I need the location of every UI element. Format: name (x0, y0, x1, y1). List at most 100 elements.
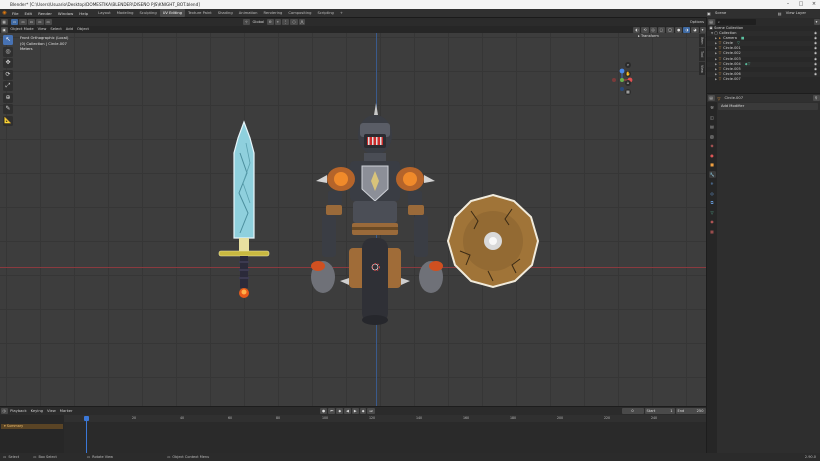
tab-animation[interactable]: Animation (236, 9, 261, 17)
select-mode-extend-icon[interactable]: ▭ (19, 19, 27, 25)
end-frame-field[interactable]: End 250 (675, 408, 706, 414)
viewport-menu-select[interactable]: Select (48, 26, 63, 33)
menu-edit[interactable]: Edit (22, 9, 36, 18)
output-tab-icon[interactable]: ▤ (709, 123, 716, 130)
menu-file[interactable]: File (9, 9, 22, 18)
orientation-icon[interactable]: ⊹ (242, 19, 250, 25)
snap-icon[interactable]: ⌖ (274, 19, 281, 25)
transform-tool-icon[interactable]: ⊕ (3, 92, 13, 103)
outliner-item[interactable]: ▶▽ Circle.007 (707, 77, 820, 81)
select-mode-intersect-icon[interactable]: ▭ (44, 19, 52, 25)
menu-window[interactable]: Window (55, 9, 76, 18)
jump-start-icon[interactable]: ⏮ (328, 408, 336, 414)
add-workspace-icon[interactable]: + (337, 9, 346, 17)
sword-model[interactable] (218, 120, 270, 298)
tab-rendering[interactable]: Rendering (261, 9, 286, 17)
scale-tool-icon[interactable]: ⤢ (3, 81, 13, 91)
object-tab-icon[interactable]: ■ (709, 161, 716, 168)
zoom-icon[interactable]: ⌕ (625, 62, 631, 68)
viewport-menu-object[interactable]: Object (75, 26, 91, 33)
view-layer-selector[interactable]: View Layer (784, 10, 808, 17)
close-icon[interactable]: × (808, 0, 820, 9)
object-mode-dropdown[interactable]: Object Mode (8, 26, 35, 33)
tab-sculpting[interactable]: Sculpting (136, 9, 159, 17)
current-frame-field[interactable]: 0 (621, 408, 644, 414)
constraints-tab-icon[interactable]: ⧉ (709, 199, 716, 206)
tab-layout[interactable]: Layout (95, 9, 114, 17)
tab-uv-editing[interactable]: UV Editing (159, 9, 185, 17)
scene-selector[interactable]: Scene (713, 10, 728, 17)
pivot-icon[interactable]: ⊙ (266, 19, 274, 25)
falloff-icon[interactable]: ⋀ (298, 19, 306, 25)
pin-icon[interactable]: ⚲ (812, 95, 820, 101)
add-modifier-dropdown[interactable]: Add Modifier (718, 103, 818, 110)
maximize-icon[interactable]: □ (795, 0, 807, 9)
gizmo-icon[interactable]: ⟲ (641, 26, 649, 33)
orientation-dropdown[interactable]: Global (250, 19, 266, 26)
timeline-menu-view[interactable]: View (45, 408, 58, 415)
tab-tool[interactable]: Tool (699, 48, 705, 61)
tab-modeling[interactable]: Modeling (114, 9, 137, 17)
timeline-menu-marker[interactable]: Marker (58, 408, 75, 415)
modifier-tab-icon[interactable]: 🔧 (708, 170, 716, 178)
select-mode-invert-icon[interactable]: ▭ (36, 19, 44, 25)
measure-tool-icon[interactable]: 📐 (3, 115, 13, 126)
minimize-icon[interactable]: – (782, 0, 794, 9)
shading-options-icon[interactable]: ▾ (699, 26, 706, 33)
3d-viewport[interactable]: ⌕ ✋ ⌂ ▦ Front Orthographic (Local) (0) C… (0, 33, 706, 406)
jump-end-icon[interactable]: ⏭ (367, 408, 375, 414)
blender-logo-icon[interactable]: ◉ (0, 9, 9, 18)
rotate-tool-icon[interactable]: ⟳ (3, 69, 13, 80)
tab-scripting[interactable]: Scripting (315, 9, 337, 17)
cursor-tool-icon[interactable]: ◎ (3, 46, 13, 57)
options-dropdown[interactable]: Options (688, 19, 706, 26)
tab-texture-paint[interactable]: Texture Paint (185, 9, 215, 17)
tab-compositing[interactable]: Compositing (285, 9, 314, 17)
texture-tab-icon[interactable]: ▦ (709, 228, 716, 235)
tab-shading[interactable]: Shading (215, 9, 236, 17)
select-mode-new-icon[interactable]: ▭ (10, 19, 19, 25)
properties-editor-icon[interactable]: ▤ (707, 95, 715, 101)
summary-channel[interactable]: ▾ Summary (1, 424, 63, 429)
play-reverse-icon[interactable]: ◀ (344, 408, 351, 414)
visibility-icon[interactable]: ◐ (633, 26, 641, 33)
record-icon[interactable]: ● (320, 408, 328, 414)
overlay-icon[interactable]: ◎ (649, 26, 657, 33)
tab-view[interactable]: View (699, 62, 705, 75)
physics-tab-icon[interactable]: ◎ (709, 190, 716, 197)
proportional-edit-icon[interactable]: ○ (290, 19, 298, 25)
prev-keyframe-icon[interactable]: ◆ (336, 408, 344, 414)
select-tool-icon[interactable]: ↖ (3, 35, 13, 45)
menu-render[interactable]: Render (35, 9, 55, 18)
timeline-menu-keying[interactable]: Keying (29, 408, 45, 415)
world-tab-icon[interactable]: ● (709, 152, 716, 159)
annotate-tool-icon[interactable]: ✎ (3, 104, 13, 114)
view-layer-tab-icon[interactable]: ▧ (709, 133, 716, 140)
particles-tab-icon[interactable]: ✳ (709, 180, 716, 187)
data-tab-icon[interactable]: ▽ (709, 209, 716, 216)
shield-model[interactable] (446, 193, 540, 289)
xray-icon[interactable]: ▢ (657, 26, 666, 33)
timeline-editor-icon[interactable]: ◷ (0, 408, 8, 414)
transform-panel-header[interactable]: ▸ Transform (638, 34, 659, 38)
select-mode-subtract-icon[interactable]: ▭ (27, 19, 36, 25)
menu-help[interactable]: Help (76, 9, 91, 18)
outliner-display-mode-icon[interactable]: ▤ (707, 19, 715, 25)
knight-model[interactable] (311, 103, 443, 325)
ortho-toggle-icon[interactable]: ▦ (625, 89, 631, 95)
viewport-menu-view[interactable]: View (36, 26, 49, 33)
render-tab-icon[interactable]: ◫ (709, 114, 716, 121)
camera-view-icon[interactable]: ⌂ (625, 80, 631, 86)
shading-solid-icon[interactable]: ● (675, 26, 683, 33)
timeline-menu-playback[interactable]: Playback (8, 408, 28, 415)
shading-wireframe-icon[interactable]: ◯ (666, 26, 675, 33)
next-keyframe-icon[interactable]: ◆ (359, 408, 367, 414)
object-mode-icon[interactable]: ▣ (0, 26, 8, 33)
snap-target-icon[interactable]: ⋮ (281, 19, 290, 25)
move-tool-icon[interactable]: ✥ (3, 58, 13, 68)
scene-tab-icon[interactable]: ◈ (709, 142, 716, 149)
start-frame-field[interactable]: Start 1 (644, 408, 675, 414)
tool-tab-icon[interactable]: ⚒ (709, 104, 716, 111)
filter-icon[interactable]: ▾ (813, 19, 820, 25)
outliner-search-input[interactable]: ⌕ (715, 19, 756, 25)
